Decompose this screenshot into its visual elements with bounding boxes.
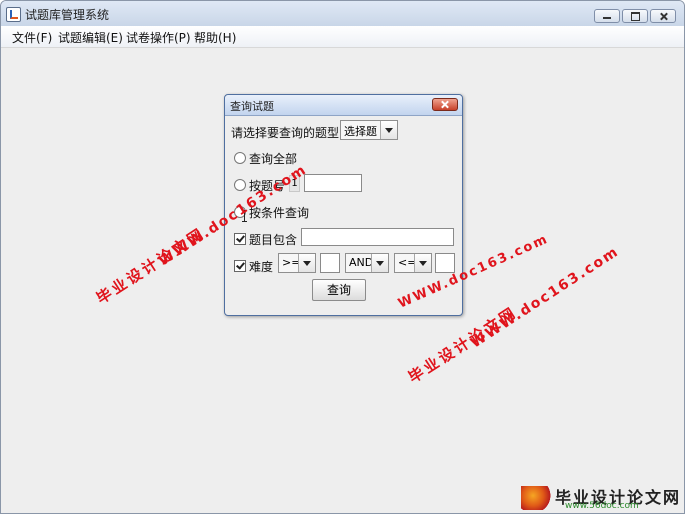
- difficulty-op1-select[interactable]: >=: [278, 253, 316, 273]
- chevron-down-icon: [414, 254, 431, 272]
- app-icon: [6, 7, 21, 22]
- difficulty-value1-input[interactable]: [320, 253, 340, 273]
- menu-help[interactable]: 帮助(H): [194, 29, 236, 46]
- close-button[interactable]: [650, 9, 676, 23]
- difficulty-op2-select[interactable]: <=: [394, 253, 432, 273]
- query-button[interactable]: 查询: [312, 279, 366, 301]
- chevron-down-icon: [298, 254, 315, 272]
- type-prompt-label: 请选择要查询的题型:: [231, 126, 344, 140]
- logo-icon: [521, 486, 551, 510]
- site-logo: 毕业设计论文网 www.56doc.com: [519, 484, 683, 512]
- question-type-value: 选择题: [344, 125, 377, 138]
- question-type-select[interactable]: 选择题: [340, 120, 398, 140]
- contains-input[interactable]: [301, 228, 454, 246]
- dialog-title-bar[interactable]: 查询试题: [225, 95, 462, 116]
- dialog-close-button[interactable]: [432, 98, 458, 111]
- close-icon: [651, 10, 675, 22]
- radio-by-number[interactable]: [234, 179, 246, 191]
- maximize-icon: [623, 10, 647, 22]
- logo-url: www.56doc.com: [565, 501, 639, 511]
- minimize-button[interactable]: [594, 9, 620, 23]
- difficulty-checkbox[interactable]: [234, 260, 246, 272]
- difficulty-value2-input[interactable]: [435, 253, 455, 273]
- chevron-down-icon: [380, 121, 397, 139]
- menu-bar: 文件(F) 试题编辑(E) 试卷操作(P) 帮助(H): [1, 26, 684, 48]
- maximize-button[interactable]: [622, 9, 648, 23]
- chevron-down-icon: [371, 254, 388, 272]
- radio-query-all-label: 查询全部: [249, 152, 298, 166]
- logic-select[interactable]: AND: [345, 253, 389, 273]
- question-number-input[interactable]: [304, 174, 362, 192]
- contains-label: 题目包含: [249, 233, 298, 247]
- contains-checkbox[interactable]: [234, 233, 246, 245]
- dialog-title: 查询试题: [230, 100, 274, 113]
- radio-query-all[interactable]: [234, 152, 246, 164]
- logic-value: AND: [349, 256, 374, 269]
- minimize-icon: [595, 10, 619, 22]
- window-title: 试题库管理系统: [25, 8, 110, 22]
- menu-file[interactable]: 文件(F): [12, 29, 52, 46]
- menu-edit-questions[interactable]: 试题编辑(E): [58, 29, 123, 46]
- difficulty-label: 难度: [249, 260, 274, 274]
- menu-paper-operations[interactable]: 试卷操作(P): [126, 29, 191, 46]
- title-bar[interactable]: 试题库管理系统: [1, 1, 684, 27]
